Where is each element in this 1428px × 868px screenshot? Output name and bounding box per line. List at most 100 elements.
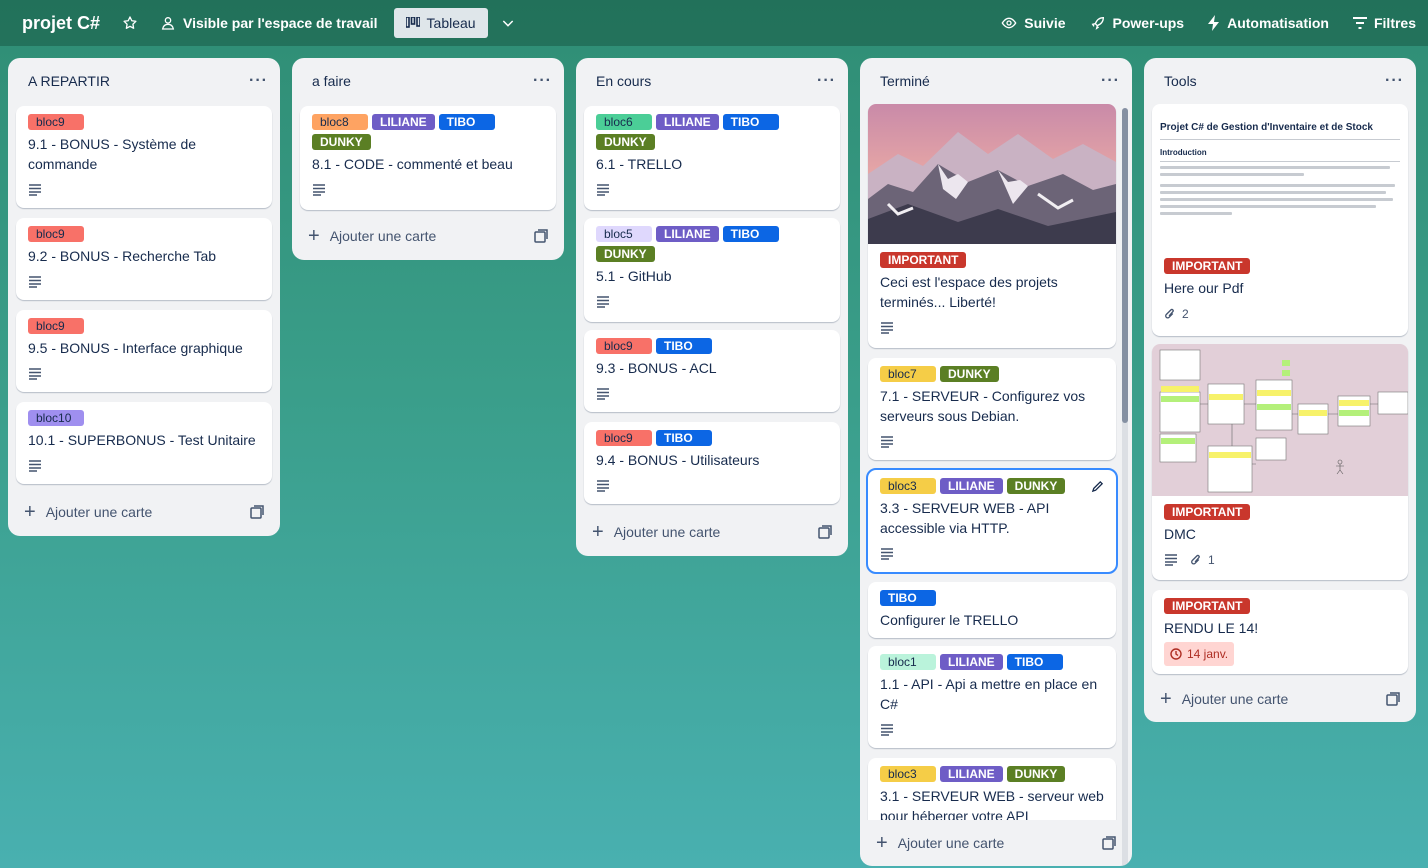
label-dunky[interactable]: DUNKY xyxy=(596,134,655,150)
list-title[interactable]: Tools xyxy=(1164,73,1197,89)
add-card-button[interactable]: + Ajouter une carte xyxy=(300,220,556,252)
card[interactable]: bloc9 TIBO 9.4 - BONUS - Utilisateurs xyxy=(584,422,840,504)
label-liliane[interactable]: LILIANE xyxy=(940,766,1003,782)
label-bloc3[interactable]: bloc3 xyxy=(880,478,936,494)
card[interactable]: IMPORTANT RENDU LE 14! 14 janv. xyxy=(1152,590,1408,674)
view-switcher-board[interactable]: Tableau xyxy=(393,8,488,38)
label-bloc7[interactable]: bloc7 xyxy=(880,366,936,382)
label-tibo[interactable]: TIBO xyxy=(880,590,936,606)
label-tibo[interactable]: TIBO xyxy=(438,114,495,130)
template-icon[interactable] xyxy=(1102,836,1116,850)
list-menu-icon[interactable]: ··· xyxy=(249,72,268,90)
description-icon xyxy=(597,184,609,196)
label-bloc5[interactable]: bloc5 xyxy=(596,226,652,242)
label-liliane[interactable]: LILIANE xyxy=(656,226,719,242)
label-bloc6[interactable]: bloc6 xyxy=(596,114,652,130)
card[interactable]: IMPORTANT DMC 1 xyxy=(1152,344,1408,580)
add-card-button[interactable]: + Ajouter une carte xyxy=(1152,683,1408,715)
automation-button[interactable]: Automatisation xyxy=(1208,15,1329,31)
card[interactable]: IMPORTANT Ceci est l'espace des projets … xyxy=(868,104,1116,348)
label-tibo[interactable]: TIBO xyxy=(722,114,779,130)
label-tibo[interactable]: TIBO xyxy=(656,430,712,446)
label-liliane[interactable]: LILIANE xyxy=(372,114,435,130)
label-dunky[interactable]: DUNKY xyxy=(1006,766,1066,782)
label-tibo[interactable]: TIBO xyxy=(656,338,712,354)
label-tibo[interactable]: TIBO xyxy=(722,226,779,242)
label-bloc8[interactable]: bloc8 xyxy=(312,114,368,130)
card[interactable]: bloc5 LILIANE TIBO DUNKY 5.1 - GitHub xyxy=(584,218,840,322)
list-menu-icon[interactable]: ··· xyxy=(1385,72,1404,90)
card[interactable]: bloc9 9.2 - BONUS - Recherche Tab xyxy=(16,218,272,300)
label-important[interactable]: IMPORTANT xyxy=(880,252,967,268)
filter-icon xyxy=(1352,17,1367,29)
template-icon[interactable] xyxy=(818,525,832,539)
label-important[interactable]: IMPORTANT xyxy=(1164,258,1251,274)
label-bloc9[interactable]: bloc9 xyxy=(596,338,652,354)
label-bloc9[interactable]: bloc9 xyxy=(28,318,84,334)
list-title[interactable]: Terminé xyxy=(880,73,930,89)
label-dunky[interactable]: DUNKY xyxy=(596,246,655,262)
add-card-button[interactable]: + Ajouter une carte xyxy=(16,496,272,528)
list-title[interactable]: a faire xyxy=(312,73,351,89)
card[interactable]: Projet C# de Gestion d'Inventaire et de … xyxy=(1152,104,1408,336)
label-bloc9[interactable]: bloc9 xyxy=(596,430,652,446)
pdf-title: Projet C# de Gestion d'Inventaire et de … xyxy=(1160,122,1373,133)
card-title: 9.4 - BONUS - Utilisateurs xyxy=(596,452,760,468)
star-icon[interactable] xyxy=(122,15,138,31)
card[interactable]: bloc9 TIBO 9.3 - BONUS - ACL xyxy=(584,330,840,412)
card[interactable]: bloc3 LILIANE DUNKY 3.3 - SERVEUR WEB - … xyxy=(866,468,1118,574)
plus-icon: + xyxy=(592,521,604,543)
list-menu-icon[interactable]: ··· xyxy=(1101,72,1120,90)
label-liliane[interactable]: LILIANE xyxy=(940,478,1003,494)
label-important[interactable]: IMPORTANT xyxy=(1164,504,1251,520)
board-title[interactable]: projet C# xyxy=(22,13,100,34)
card[interactable]: TIBO Configurer le TRELLO xyxy=(868,582,1116,638)
add-card-button[interactable]: + Ajouter une carte xyxy=(868,827,1124,859)
template-icon[interactable] xyxy=(1386,692,1400,706)
card[interactable]: bloc6 LILIANE TIBO DUNKY 6.1 - TRELLO xyxy=(584,106,840,210)
list-title[interactable]: A REPARTIR xyxy=(28,73,110,89)
card[interactable]: bloc7 DUNKY 7.1 - SERVEUR - Configurez v… xyxy=(868,358,1116,460)
template-icon[interactable] xyxy=(534,229,548,243)
label-tibo[interactable]: TIBO xyxy=(1006,654,1063,670)
list-menu-icon[interactable]: ··· xyxy=(533,72,552,90)
label-liliane[interactable]: LILIANE xyxy=(940,654,1003,670)
pdf-section: Introduction xyxy=(1160,148,1207,157)
label-dunky[interactable]: DUNKY xyxy=(1006,478,1066,494)
chevron-down-icon[interactable] xyxy=(500,15,516,31)
description-icon xyxy=(1165,554,1177,566)
card[interactable]: bloc8 LILIANE TIBO DUNKY 8.1 - CODE - co… xyxy=(300,106,556,210)
card-title: 7.1 - SERVEUR - Configurez vos serveurs … xyxy=(880,388,1086,424)
add-card-button[interactable]: + Ajouter une carte xyxy=(584,516,840,548)
list-title[interactable]: En cours xyxy=(596,73,651,89)
pdf-cover-preview: Projet C# de Gestion d'Inventaire et de … xyxy=(1152,104,1408,250)
label-important[interactable]: IMPORTANT xyxy=(1164,598,1251,614)
pencil-icon[interactable] xyxy=(1091,480,1104,493)
label-dunky[interactable]: DUNKY xyxy=(312,134,371,150)
label-bloc1[interactable]: bloc1 xyxy=(880,654,936,670)
label-liliane[interactable]: LILIANE xyxy=(656,114,719,130)
list-scrollbar[interactable] xyxy=(1122,108,1128,866)
label-bloc3[interactable]: bloc3 xyxy=(880,766,936,782)
list-menu-icon[interactable]: ··· xyxy=(817,72,836,90)
card[interactable]: bloc9 9.1 - BONUS - Système de commande xyxy=(16,106,272,208)
label-dunky[interactable]: DUNKY xyxy=(940,366,999,382)
list-a-faire: a faire ··· bloc8 LILIANE TIBO DUNKY 8.1… xyxy=(292,58,564,260)
automation-label: Automatisation xyxy=(1227,15,1329,31)
card[interactable]: bloc3 LILIANE DUNKY 3.1 - SERVEUR WEB - … xyxy=(868,758,1116,820)
card[interactable]: bloc9 9.5 - BONUS - Interface graphique xyxy=(16,310,272,392)
card[interactable]: bloc1 LILIANE TIBO 1.1 - API - Api a met… xyxy=(868,646,1116,748)
list-tools: Tools ··· Projet C# de Gestion d'Inventa… xyxy=(1144,58,1416,722)
powerups-button[interactable]: Power-ups xyxy=(1090,15,1184,31)
card[interactable]: bloc10 10.1 - SUPERBONUS - Test Unitaire xyxy=(16,402,272,484)
watch-button[interactable]: Suivie xyxy=(1001,15,1066,31)
lightning-icon xyxy=(1208,15,1220,31)
label-bloc10[interactable]: bloc10 xyxy=(28,410,84,426)
label-bloc9[interactable]: bloc9 xyxy=(28,226,84,242)
label-bloc9[interactable]: bloc9 xyxy=(28,114,84,130)
filters-button[interactable]: Filtres xyxy=(1352,15,1416,31)
template-icon[interactable] xyxy=(250,505,264,519)
scrollbar-thumb[interactable] xyxy=(1122,108,1128,423)
visibility-button[interactable]: Visible par l'espace de travail xyxy=(160,15,378,31)
due-date-badge[interactable]: 14 janv. xyxy=(1164,642,1235,666)
